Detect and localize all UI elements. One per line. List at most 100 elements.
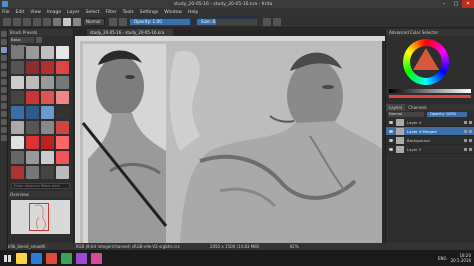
visibility-eye-icon[interactable]: [389, 138, 393, 142]
language-indicator[interactable]: ENG: [438, 256, 447, 261]
select-shapes-tool-icon[interactable]: [1, 31, 7, 37]
undo-icon[interactable]: [33, 17, 41, 26]
brush-preset-item[interactable]: [41, 106, 54, 119]
menu-window[interactable]: Window: [164, 10, 182, 15]
brush-preset-item[interactable]: [41, 121, 54, 134]
resource-filter-input[interactable]: Enter resource filters here: [11, 183, 70, 189]
brush-preset-item[interactable]: [26, 136, 39, 149]
overview-viewport-frame[interactable]: [29, 203, 49, 231]
mirror-vertical-icon[interactable]: [273, 17, 281, 26]
brush-preset-item[interactable]: [56, 46, 69, 59]
brush-preset-item[interactable]: [11, 61, 24, 74]
layer-row[interactable]: Layer 4 Merged: [386, 127, 474, 136]
brush-preset-item[interactable]: [41, 76, 54, 89]
brush-preset-item[interactable]: [26, 106, 39, 119]
overview-thumbnail[interactable]: [11, 200, 70, 234]
brush-preset-item[interactable]: [56, 136, 69, 149]
alpha-lock-icon[interactable]: [464, 129, 467, 133]
brush-preset-item[interactable]: [41, 91, 54, 104]
inherit-alpha-icon[interactable]: [469, 120, 472, 124]
brush-preset-item[interactable]: [41, 61, 54, 74]
brush-preset-item[interactable]: [56, 151, 69, 164]
brush-preset-item[interactable]: [41, 46, 54, 59]
fill-tool-icon[interactable]: [1, 79, 7, 85]
brush-preset-item[interactable]: [11, 91, 24, 104]
tag-select[interactable]: Basic Brushes: [10, 37, 34, 48]
brush-preset-item[interactable]: [56, 106, 69, 119]
crop-tool-icon[interactable]: [1, 119, 7, 125]
new-document-icon[interactable]: [3, 17, 11, 26]
tab-layers[interactable]: Layers: [386, 104, 406, 111]
preserve-alpha-icon[interactable]: [119, 17, 127, 26]
menu-layer[interactable]: Layer: [67, 10, 80, 15]
move-tool-icon[interactable]: [1, 103, 7, 109]
taskbar-app-icon[interactable]: [16, 252, 27, 264]
layer-blend-select[interactable]: Normal: [388, 112, 424, 117]
minimize-button[interactable]: –: [438, 0, 450, 8]
alpha-lock-icon[interactable]: [464, 120, 467, 124]
layer-row[interactable]: Background: [386, 136, 474, 145]
taskbar-app-icon[interactable]: [61, 252, 72, 264]
mirror-horizontal-icon[interactable]: [263, 17, 271, 26]
brush-preset-item[interactable]: [26, 76, 39, 89]
status-zoom[interactable]: 92%: [290, 243, 299, 250]
brush-preset-item[interactable]: [11, 151, 24, 164]
menu-tools[interactable]: Tools: [123, 10, 134, 15]
brush-preset-item[interactable]: [56, 91, 69, 104]
line-tool-icon[interactable]: [1, 55, 7, 61]
taskbar-app-icon[interactable]: [91, 252, 102, 264]
layer-row[interactable]: Layer 2: [386, 145, 474, 154]
brush-preset-item[interactable]: [26, 91, 39, 104]
alpha-lock-icon[interactable]: [464, 138, 467, 142]
document-tab[interactable]: study_20-05-16 - study_20-05-16.kra: [87, 29, 173, 36]
menu-view[interactable]: View: [30, 10, 41, 15]
hue-wheel[interactable]: [403, 39, 449, 85]
brush-preset-item[interactable]: [41, 151, 54, 164]
brush-preset-item[interactable]: [26, 61, 39, 74]
gradient-icon[interactable]: [53, 17, 61, 26]
brush-preset-item[interactable]: [26, 151, 39, 164]
visibility-eye-icon[interactable]: [389, 120, 393, 124]
brush-preset-item[interactable]: [11, 166, 24, 179]
size-slider[interactable]: Size: 8.84 px: [196, 17, 258, 26]
start-button[interactable]: [0, 250, 14, 266]
menu-image[interactable]: Image: [47, 10, 61, 15]
taskbar-app-icon[interactable]: [31, 252, 42, 264]
brush-preset-item[interactable]: [56, 76, 69, 89]
brush-preset-item[interactable]: [41, 166, 54, 179]
gradient-tool-icon[interactable]: [1, 87, 7, 93]
freehand-brush-tool-icon[interactable]: [1, 47, 7, 53]
menu-settings[interactable]: Settings: [140, 10, 158, 15]
brush-preset-item[interactable]: [26, 166, 39, 179]
save-icon[interactable]: [23, 17, 31, 26]
brush-preset-item[interactable]: [11, 46, 24, 59]
painting-canvas[interactable]: [80, 41, 385, 243]
redo-icon[interactable]: [43, 17, 51, 26]
open-document-icon[interactable]: [13, 17, 21, 26]
brush-preset-item[interactable]: [11, 121, 24, 134]
brush-preset-item[interactable]: [26, 46, 39, 59]
menu-file[interactable]: File: [2, 10, 10, 15]
menu-help[interactable]: Help: [188, 10, 198, 15]
saturation-value-triangle[interactable]: [413, 48, 439, 70]
brush-preset-item[interactable]: [41, 136, 54, 149]
visibility-eye-icon[interactable]: [389, 129, 393, 133]
transform-tool-icon[interactable]: [1, 111, 7, 117]
gray-shade-bar[interactable]: [389, 89, 471, 93]
alpha-lock-icon[interactable]: [464, 147, 467, 151]
ellipse-tool-icon[interactable]: [1, 71, 7, 77]
maximize-button[interactable]: □: [450, 0, 462, 8]
menu-select[interactable]: Select: [86, 10, 100, 15]
tag-options-icon[interactable]: [36, 37, 42, 43]
brush-preset-item[interactable]: [11, 136, 24, 149]
brush-preset-icon[interactable]: [73, 17, 81, 26]
tab-channels[interactable]: Channels: [405, 104, 430, 111]
eraser-mode-icon[interactable]: [109, 17, 117, 26]
brush-preset-item[interactable]: [11, 106, 24, 119]
brush-preset-item[interactable]: [56, 166, 69, 179]
close-button[interactable]: ✕: [462, 0, 474, 8]
rectangle-tool-icon[interactable]: [1, 63, 7, 69]
blend-mode-select[interactable]: Normal: [83, 17, 105, 26]
brush-preset-item[interactable]: [11, 76, 24, 89]
menu-filter[interactable]: Filter: [105, 10, 116, 15]
